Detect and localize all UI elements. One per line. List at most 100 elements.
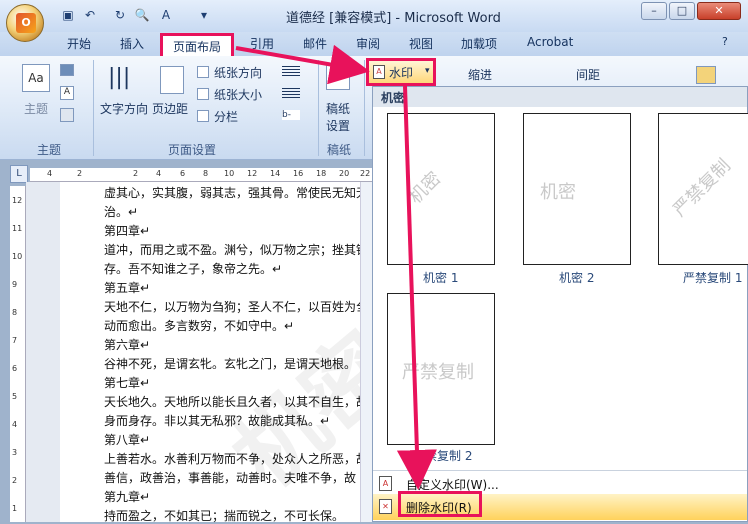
ruler-tick: 22 (360, 169, 371, 178)
ruler-tick: 9 (12, 280, 18, 289)
draft-paper-icon[interactable] (326, 64, 350, 90)
margins-button[interactable]: 页边距 (152, 100, 188, 117)
ruler-tick: 4 (156, 169, 162, 178)
paper-size-button[interactable]: 纸张大小 (214, 86, 262, 103)
doc-line[interactable]: 第五章↵ (104, 279, 150, 296)
columns-button[interactable]: 分栏 (214, 108, 238, 125)
doc-line[interactable]: 第七章↵ (104, 374, 150, 391)
tab-page-layout[interactable]: 页面布局 (160, 33, 234, 57)
help-icon[interactable]: ? (722, 35, 728, 48)
columns-icon[interactable] (197, 110, 209, 122)
doc-line[interactable]: 谷神不死，是谓玄牝。玄牝之门，是谓天地根。 (104, 355, 356, 372)
gallery-section-title: 机密 (381, 91, 406, 105)
hyphenation-icon[interactable]: b- (282, 110, 300, 120)
group-separator (364, 60, 365, 156)
office-logo-icon: O (16, 13, 36, 33)
ruler-tick: 6 (180, 169, 186, 178)
line-numbers-icon[interactable] (282, 88, 300, 98)
watermark-thumb-confidential-2[interactable]: 机密 (523, 113, 631, 265)
close-button[interactable]: ✕ (697, 2, 741, 20)
theme-effects-icon[interactable] (60, 108, 74, 122)
ruler-tick: 1 (12, 504, 18, 513)
doc-line[interactable]: 上善若水。水善利万物而不争，处众人之所恶，故 (104, 450, 368, 467)
horizontal-ruler[interactable]: 4 2 2 4 6 8 10 12 14 16 18 20 22 (30, 168, 372, 182)
ruler-tick: 8 (12, 308, 18, 317)
customize-icon[interactable]: ▾ (196, 7, 212, 23)
doc-line[interactable]: 道冲，而用之或不盈。渊兮，似万物之宗；挫其锐 (104, 241, 368, 258)
tab-insert[interactable]: 插入 (120, 35, 144, 52)
watermark-thumb-donotcopy-2[interactable]: 严禁复制 (387, 293, 495, 445)
ruler-tick: 16 (293, 169, 304, 178)
redo-icon[interactable]: ↻ (112, 7, 128, 23)
title-bar: ▣ ↶ ↻ 🔍 A ▾ 道德经 [兼容模式] - Microsoft Word … (0, 0, 748, 32)
doc-line[interactable]: 天地不仁，以万物为刍狗；圣人不仁，以百姓为刍 (104, 298, 368, 315)
doc-line[interactable]: 治。↵ (104, 203, 138, 220)
doc-line[interactable]: 动而愈出。多言数穷，不如守中。↵ (104, 317, 294, 334)
tab-review[interactable]: 审阅 (356, 35, 380, 52)
watermark-thumb-text: 严禁复制 (402, 362, 474, 383)
doc-line[interactable]: 存。吾不知谁之子，象帝之先。↵ (104, 260, 282, 277)
tab-view[interactable]: 视图 (409, 35, 433, 52)
print-preview-icon[interactable]: 🔍 (134, 7, 150, 23)
tab-home[interactable]: 开始 (67, 35, 91, 52)
theme-colors-icon[interactable] (60, 64, 74, 76)
paper-size-icon[interactable] (197, 88, 209, 100)
doc-line[interactable]: 第八章↵ (104, 431, 150, 448)
draft-setup-button-line1[interactable]: 稿纸 (326, 100, 350, 117)
doc-line[interactable]: 第六章↵ (104, 336, 150, 353)
ruler-tick: 2 (77, 169, 83, 178)
maximize-button[interactable]: □ (669, 2, 695, 20)
orientation-button[interactable]: 纸张方向 (214, 64, 262, 81)
minimize-button[interactable]: – (641, 2, 667, 20)
themes-icon[interactable]: Aa (22, 64, 50, 92)
draft-setup-button-line2[interactable]: 设置 (326, 117, 350, 134)
indent-label: 缩进 (468, 68, 493, 82)
tab-references[interactable]: 引用 (250, 35, 274, 52)
themes-button[interactable]: 主题 (24, 100, 48, 117)
undo-icon[interactable]: ↶ (82, 7, 98, 23)
watermark-thumb-confidential-1[interactable]: 机密 (387, 113, 495, 265)
doc-line[interactable]: 身而身存。非以其无私邪？故能成其私。↵ (104, 412, 330, 429)
office-button[interactable]: O (6, 4, 44, 42)
spelling-icon[interactable]: A (158, 7, 174, 23)
tab-addins[interactable]: 加载项 (461, 35, 497, 52)
watermark-caption: 机密 1 (423, 271, 459, 285)
text-direction-icon[interactable]: ||| (108, 64, 138, 94)
orientation-icon[interactable] (197, 66, 209, 78)
tab-mailings[interactable]: 邮件 (303, 35, 327, 52)
tab-selector[interactable]: L (10, 165, 28, 183)
save-icon[interactable]: ▣ (60, 7, 76, 23)
ruler-tick: 20 (339, 169, 350, 178)
vertical-ruler[interactable]: 12 11 10 9 8 7 6 5 4 3 2 1 (10, 186, 26, 522)
tab-acrobat[interactable]: Acrobat (527, 35, 573, 49)
vertical-scrollbar[interactable] (360, 182, 372, 522)
ruler-tick: 10 (12, 252, 23, 261)
ruler-tick: 10 (224, 169, 235, 178)
doc-line[interactable]: 第九章↵ (104, 488, 150, 505)
watermark-caption: 严禁复制 2 (413, 449, 473, 463)
doc-line[interactable]: 第四章↵ (104, 222, 150, 239)
tab-page-layout-label: 页面布局 (173, 40, 222, 54)
watermark-icon: A (373, 65, 385, 79)
margins-icon[interactable] (160, 66, 184, 94)
custom-watermark-icon: A (379, 476, 392, 491)
breaks-icon[interactable] (282, 66, 300, 76)
watermark-gallery-panel: 机密 机密 机密 1 机密 机密 2 严禁复制 严禁复制 1 严禁复制 严禁复制… (372, 86, 748, 522)
doc-line[interactable]: 持而盈之，不如其已；揣而锐之，不可长保。 (104, 507, 344, 524)
watermark-thumb-text: 严禁复制 (669, 155, 735, 221)
text-direction-button[interactable]: 文字方向 (100, 100, 148, 117)
watermark-button[interactable]: A 水印 ▾ (366, 58, 436, 86)
window-title: 道德经 [兼容模式] - Microsoft Word (286, 11, 501, 26)
ribbon-tabs: 开始 插入 引用 邮件 审阅 视图 加载项 Acrobat ? (0, 32, 748, 56)
arrange-icon[interactable] (696, 66, 716, 84)
ruler-tick: 3 (12, 448, 18, 457)
ruler-tick: 14 (270, 169, 281, 178)
doc-line[interactable]: 善信，政善治，事善能，动善时。夫唯不争，故 (104, 469, 356, 486)
watermark-thumb-donotcopy-1[interactable]: 严禁复制 (658, 113, 748, 265)
theme-fonts-icon[interactable]: A (60, 86, 74, 100)
doc-line[interactable]: 天长地久。天地所以能长且久者，以其不自生，故 (104, 393, 368, 410)
doc-line[interactable]: 虚其心，实其腹，弱其志，强其骨。常使民无知无 (104, 184, 368, 201)
ruler-tick: 2 (12, 476, 18, 485)
group-separator (93, 60, 94, 156)
ruler-tick: 11 (12, 224, 23, 233)
